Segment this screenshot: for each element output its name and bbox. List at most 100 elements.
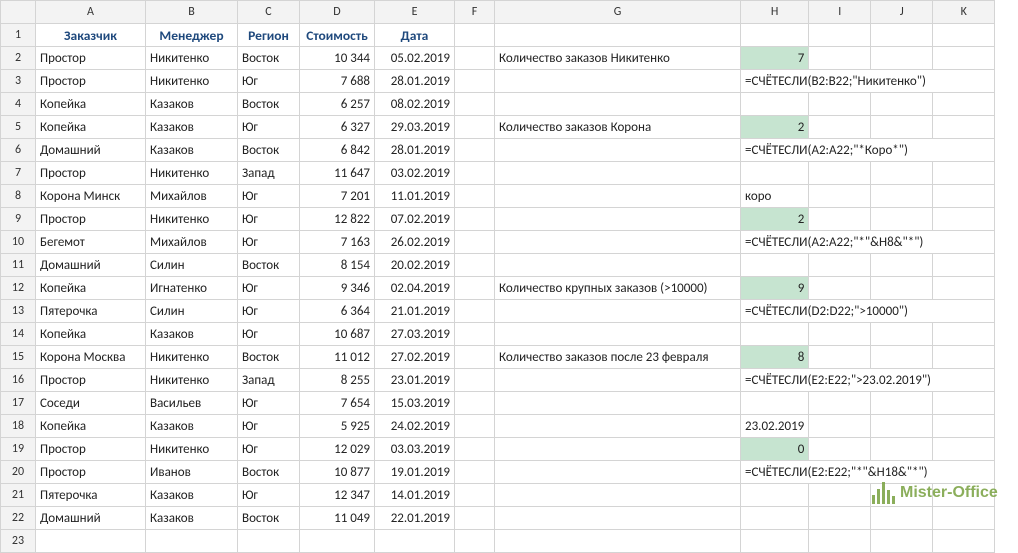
cell-E4[interactable]: 08.02.2019 [375,93,455,116]
cell-K14[interactable] [933,323,995,346]
cell-B8[interactable]: Михайлов [146,185,238,208]
row-header-2[interactable]: 2 [1,47,36,70]
col-header-B[interactable]: B [146,1,238,24]
cell-D14[interactable]: 10 687 [300,323,375,346]
cell-D19[interactable]: 12 029 [300,438,375,461]
cell-G8[interactable] [495,185,741,208]
cell-K7[interactable] [933,162,995,185]
cell-C14[interactable]: Юг [238,323,300,346]
cell-B16[interactable]: Никитенко [146,369,238,392]
cell-D4[interactable]: 6 257 [300,93,375,116]
cell-C17[interactable]: Юг [238,392,300,415]
cell-G6[interactable] [495,139,741,162]
cell-D21[interactable]: 12 347 [300,484,375,507]
cell-K1[interactable] [933,24,995,47]
cell-K18[interactable] [933,415,995,438]
cell-E16[interactable]: 23.01.2019 [375,369,455,392]
cell-A1[interactable]: Заказчик [36,24,146,47]
cell-B9[interactable]: Никитенко [146,208,238,231]
cell-J19[interactable] [871,438,933,461]
cell-A9[interactable]: Простор [36,208,146,231]
cell-E20[interactable]: 19.01.2019 [375,461,455,484]
cell-J23[interactable] [871,530,933,553]
cell-C12[interactable]: Юг [238,277,300,300]
cell-E12[interactable]: 02.04.2019 [375,277,455,300]
cell-G3[interactable] [495,70,741,93]
col-header-K[interactable]: K [933,1,995,24]
cell-I7[interactable] [809,162,871,185]
row-header-6[interactable]: 6 [1,139,36,162]
cell-A6[interactable]: Домашний [36,139,146,162]
cell-G21[interactable] [495,484,741,507]
cell-I23[interactable] [809,530,871,553]
col-header-I[interactable]: I [809,1,871,24]
cell-C3[interactable]: Юг [238,70,300,93]
cell-E6[interactable]: 28.01.2019 [375,139,455,162]
cell-D17[interactable]: 7 654 [300,392,375,415]
cell-D1[interactable]: Стоимость [300,24,375,47]
cell-D6[interactable]: 6 842 [300,139,375,162]
cell-I17[interactable] [809,392,871,415]
cell-I2[interactable] [809,47,871,70]
cell-B12[interactable]: Игнатенко [146,277,238,300]
cell-D2[interactable]: 10 344 [300,47,375,70]
cell-B10[interactable]: Михайлов [146,231,238,254]
cell-E21[interactable]: 14.01.2019 [375,484,455,507]
cell-J11[interactable] [871,254,933,277]
cell-E7[interactable]: 03.02.2019 [375,162,455,185]
cell-H1[interactable] [741,24,809,47]
cell-F16[interactable] [455,369,495,392]
cell-B13[interactable]: Силин [146,300,238,323]
cell-A7[interactable]: Простор [36,162,146,185]
cell-K5[interactable] [933,116,995,139]
row-header-3[interactable]: 3 [1,70,36,93]
cell-I22[interactable] [809,507,871,530]
cell-D12[interactable]: 9 346 [300,277,375,300]
cell-D20[interactable]: 10 877 [300,461,375,484]
cell-F4[interactable] [455,93,495,116]
cell-B3[interactable]: Никитенко [146,70,238,93]
cell-F2[interactable] [455,47,495,70]
cell-J4[interactable] [871,93,933,116]
cell-H4[interactable] [741,93,809,116]
cell-F1[interactable] [455,24,495,47]
cell-K4[interactable] [933,93,995,116]
row-header-1[interactable]: 1 [1,24,36,47]
cell-B4[interactable]: Казаков [146,93,238,116]
cell-C23[interactable] [238,530,300,553]
cell-B20[interactable]: Иванов [146,461,238,484]
cell-I15[interactable] [809,346,871,369]
row-header-4[interactable]: 4 [1,93,36,116]
row-header-5[interactable]: 5 [1,116,36,139]
cell-H18[interactable]: 23.02.2019 [741,415,809,438]
cell-K8[interactable] [933,185,995,208]
cell-C16[interactable]: Запад [238,369,300,392]
cell-H6[interactable]: =СЧЁТЕСЛИ(A2:A22;"*Коро*") [741,139,995,162]
row-header-7[interactable]: 7 [1,162,36,185]
cell-A2[interactable]: Простор [36,47,146,70]
cell-F19[interactable] [455,438,495,461]
cell-J18[interactable] [871,415,933,438]
cell-G15[interactable]: Количество заказов после 23 февраля [495,346,741,369]
cell-C1[interactable]: Регион [238,24,300,47]
cell-I11[interactable] [809,254,871,277]
cell-K2[interactable] [933,47,995,70]
cell-K22[interactable] [933,507,995,530]
cell-B15[interactable]: Никитенко [146,346,238,369]
cell-B2[interactable]: Никитенко [146,47,238,70]
row-header-21[interactable]: 21 [1,484,36,507]
cell-C2[interactable]: Восток [238,47,300,70]
cell-K12[interactable] [933,277,995,300]
cell-I18[interactable] [809,415,871,438]
cell-H3[interactable]: =СЧЁТЕСЛИ(B2:B22;"Никитенко") [741,70,995,93]
col-header-E[interactable]: E [375,1,455,24]
cell-E2[interactable]: 05.02.2019 [375,47,455,70]
row-header-15[interactable]: 15 [1,346,36,369]
row-header-8[interactable]: 8 [1,185,36,208]
cell-B7[interactable]: Никитенко [146,162,238,185]
cell-D23[interactable] [300,530,375,553]
col-header-F[interactable]: F [455,1,495,24]
cell-G23[interactable] [495,530,741,553]
cell-I21[interactable] [809,484,871,507]
cell-J12[interactable] [871,277,933,300]
